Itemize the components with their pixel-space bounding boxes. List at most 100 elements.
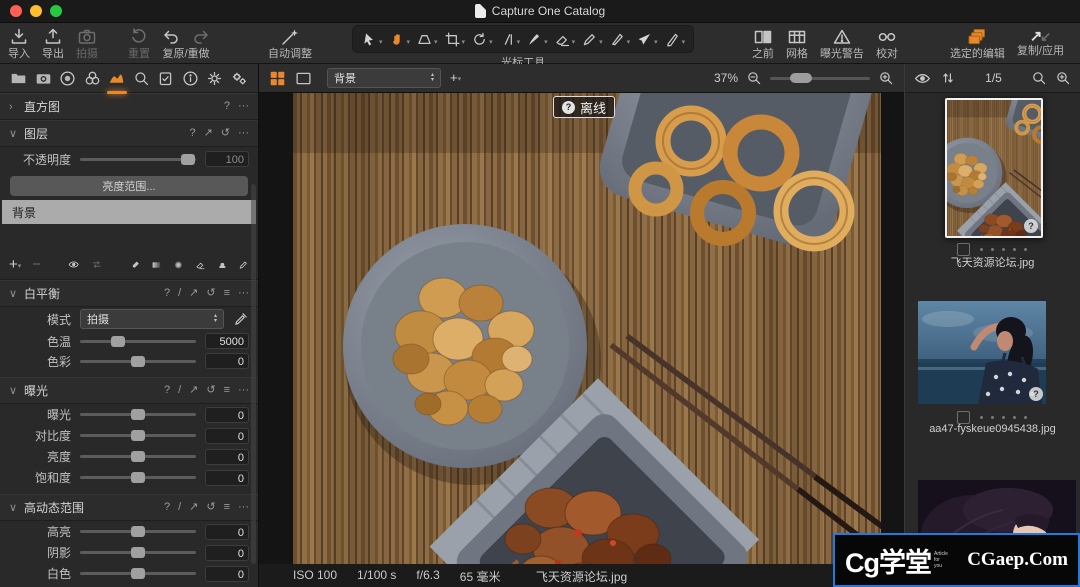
multi-view-icon[interactable] [269, 70, 286, 87]
tab-adjustments-selected[interactable] [108, 70, 125, 87]
tab-settings[interactable] [206, 70, 223, 87]
help-icon[interactable]: ? [224, 101, 230, 112]
picker-icon[interactable]: / [178, 502, 181, 513]
select-tool[interactable]: ▾ [361, 31, 383, 48]
linear-gradient-icon[interactable] [151, 257, 162, 273]
proof-button[interactable]: 校对 [876, 27, 898, 60]
opacity-slider[interactable] [80, 158, 196, 161]
crop-tool[interactable]: ▾ [444, 31, 466, 48]
zoom-slider-thumb[interactable] [790, 73, 812, 83]
more-icon[interactable]: ··· [238, 128, 249, 139]
white-slider[interactable] [80, 572, 196, 575]
slider-thumb[interactable] [131, 472, 145, 483]
remove-layer-button[interactable]: − [32, 256, 41, 273]
saturation-slider[interactable] [80, 476, 196, 479]
zoom-percent[interactable]: 37% [714, 71, 738, 85]
rating-dot[interactable] [1002, 416, 1005, 419]
zoom-out-icon[interactable] [746, 70, 762, 86]
redo-icon[interactable] [190, 27, 210, 47]
more-icon[interactable]: ··· [238, 385, 249, 396]
tab-info[interactable] [182, 70, 199, 87]
pan-tool-selected[interactable]: ▾ [389, 31, 411, 48]
rating-dot[interactable] [1002, 248, 1005, 251]
minimize-window-button[interactable] [30, 5, 42, 17]
reset-section-icon[interactable]: ↺ [221, 128, 230, 139]
tab-plugins[interactable] [231, 70, 248, 87]
radial-gradient-icon[interactable] [173, 257, 184, 273]
main-photo[interactable] [293, 93, 881, 564]
reset-section-icon[interactable]: ↺ [206, 502, 215, 513]
slider-thumb[interactable] [131, 356, 145, 367]
slider-thumb[interactable] [131, 451, 145, 462]
more-icon[interactable]: ··· [238, 288, 249, 299]
help-icon[interactable]: ? [164, 502, 170, 513]
tab-lens[interactable] [59, 70, 76, 87]
tab-details[interactable] [133, 70, 150, 87]
tint-slider[interactable] [80, 360, 196, 363]
zoom-window-button[interactable] [50, 5, 62, 17]
contrast-slider[interactable] [80, 434, 196, 437]
slider-thumb[interactable] [131, 568, 145, 579]
export-button[interactable]: 导出 [42, 27, 64, 60]
reset-section-icon[interactable]: ↺ [206, 288, 215, 299]
zoom-slider[interactable] [770, 77, 870, 80]
exposure-value[interactable]: 0 [205, 407, 249, 423]
expand-icon[interactable]: ↗ [204, 128, 213, 139]
more-icon[interactable]: ··· [238, 502, 249, 513]
add-layer-button[interactable]: +▾ [9, 258, 21, 272]
capture-button[interactable]: 拍摄 [76, 27, 98, 60]
highlight-slider[interactable] [80, 530, 196, 533]
eye-icon[interactable] [914, 70, 931, 87]
spot-removal-tool[interactable]: ▾ [526, 31, 548, 48]
shadow-value[interactable]: 0 [205, 545, 249, 561]
picker-icon[interactable]: / [178, 288, 181, 299]
temp-slider[interactable] [80, 340, 196, 343]
tab-capture[interactable] [35, 70, 52, 87]
presets-icon[interactable]: ≡ [224, 288, 230, 299]
rating-dot[interactable] [1013, 248, 1016, 251]
zoom-in-icon[interactable] [878, 70, 894, 86]
rating-dot[interactable] [980, 416, 983, 419]
presets-icon[interactable]: ≡ [224, 385, 230, 396]
slider-thumb[interactable] [181, 154, 195, 165]
temp-value[interactable]: 5000 [205, 333, 249, 349]
close-window-button[interactable] [10, 5, 22, 17]
exposure-warning-button[interactable]: 曝光警告 [820, 27, 864, 60]
brightness-slider[interactable] [80, 455, 196, 458]
rating-dot[interactable] [991, 416, 994, 419]
expand-icon[interactable]: ↗ [189, 385, 198, 396]
selected-edits-button[interactable]: 选定的编辑 [950, 27, 1005, 60]
expand-icon[interactable]: ↗ [189, 502, 198, 513]
rating-dot[interactable] [1024, 416, 1027, 419]
sort-icon[interactable] [940, 70, 956, 86]
heal-icon[interactable] [238, 257, 249, 273]
white-value[interactable]: 0 [205, 566, 249, 582]
panel-scrollbar[interactable] [251, 184, 256, 564]
help-icon[interactable]: ? [164, 288, 170, 299]
tab-metadata[interactable] [157, 70, 174, 87]
help-icon[interactable]: ? [189, 128, 195, 139]
wb-eyedropper-icon[interactable] [233, 311, 249, 327]
slider-thumb[interactable] [131, 409, 145, 420]
saturation-value[interactable]: 0 [205, 470, 249, 486]
add-adjustment-button[interactable]: +▾ [450, 71, 461, 85]
outline-pen-tool[interactable]: ▾ [664, 31, 686, 48]
tint-value[interactable]: 0 [205, 353, 249, 369]
tab-color[interactable] [84, 70, 101, 87]
apply-arrow-tool[interactable]: ▾ [636, 31, 658, 48]
exposure-slider[interactable] [80, 413, 196, 416]
clone-stamp-icon[interactable] [217, 257, 228, 273]
single-view-icon[interactable] [295, 70, 312, 87]
help-icon[interactable]: ? [164, 385, 170, 396]
layer-background[interactable]: 背景 [2, 200, 256, 224]
slider-thumb[interactable] [131, 547, 145, 558]
draw-mask-tool[interactable]: ▾ [581, 31, 603, 48]
filter-zoom-icon[interactable] [1055, 70, 1071, 86]
wb-mode-select[interactable]: 拍摄 ▴▾ [80, 309, 224, 329]
straighten-tool[interactable]: ▾ [499, 31, 521, 48]
picker-icon[interactable]: / [178, 385, 181, 396]
before-after-button[interactable]: 之前 [752, 27, 774, 60]
slider-thumb[interactable] [131, 526, 145, 537]
shadow-slider[interactable] [80, 551, 196, 554]
brightness-value[interactable]: 0 [205, 449, 249, 465]
